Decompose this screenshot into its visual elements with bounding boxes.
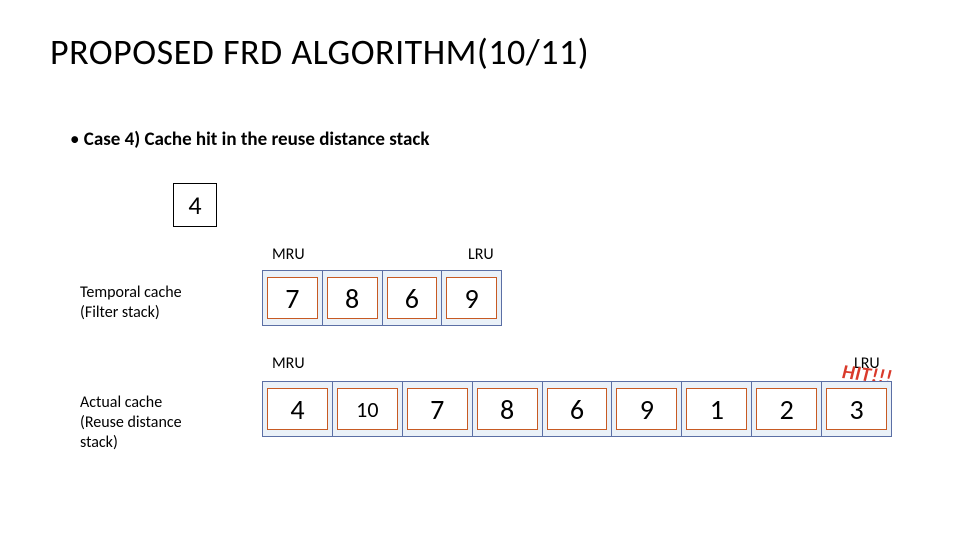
temporal-cache-label: Temporal cache(Filter stack) (80, 283, 182, 323)
actual-cache-label: Actual cache(Reuse distancestack) (80, 393, 182, 453)
filter-cell: 6 (383, 271, 442, 325)
reuse-cell: 10 (333, 382, 402, 436)
cell-value: 9 (616, 388, 677, 430)
input-value: 4 (188, 189, 201, 221)
reuse-cell: 9 (612, 382, 681, 436)
cell-value: 9 (446, 277, 497, 319)
reuse-cell: 6 (543, 382, 612, 436)
cell-value: 2 (756, 388, 817, 430)
reuse-cell: 2 (752, 382, 821, 436)
slide-title: PROPOSED FRD ALGORITHM(10/11) (50, 30, 589, 74)
reuse-cell: 3 (822, 382, 891, 436)
cell-value: 8 (327, 277, 378, 319)
cell-value: 6 (387, 277, 438, 319)
cell-value: 8 (477, 388, 538, 430)
cell-value: 10 (337, 388, 398, 430)
filter-mru-label: MRU (272, 245, 305, 264)
case-bullet: Case 4) Cache hit in the reuse distance … (70, 128, 429, 151)
reuse-mru-label: MRU (272, 354, 305, 373)
cell-value: 4 (267, 388, 328, 430)
filter-lru-label: LRU (468, 245, 494, 264)
reuse-cell: 1 (682, 382, 751, 436)
reuse-cell: 8 (473, 382, 542, 436)
cell-value: 7 (407, 388, 468, 430)
filter-cell: 7 (263, 271, 322, 325)
reuse-stack-row: 4 10 7 8 6 9 1 2 3 (262, 381, 892, 437)
reuse-cell: 7 (403, 382, 472, 436)
filter-stack-row: 7 8 6 9 (262, 270, 502, 326)
input-value-box: 4 (173, 183, 217, 227)
filter-cell: 8 (323, 271, 382, 325)
cell-value: 6 (547, 388, 608, 430)
cell-value: 3 (826, 388, 887, 430)
reuse-cell: 4 (263, 382, 332, 436)
cell-value: 7 (267, 277, 318, 319)
filter-cell: 9 (442, 271, 501, 325)
cell-value: 1 (686, 388, 747, 430)
